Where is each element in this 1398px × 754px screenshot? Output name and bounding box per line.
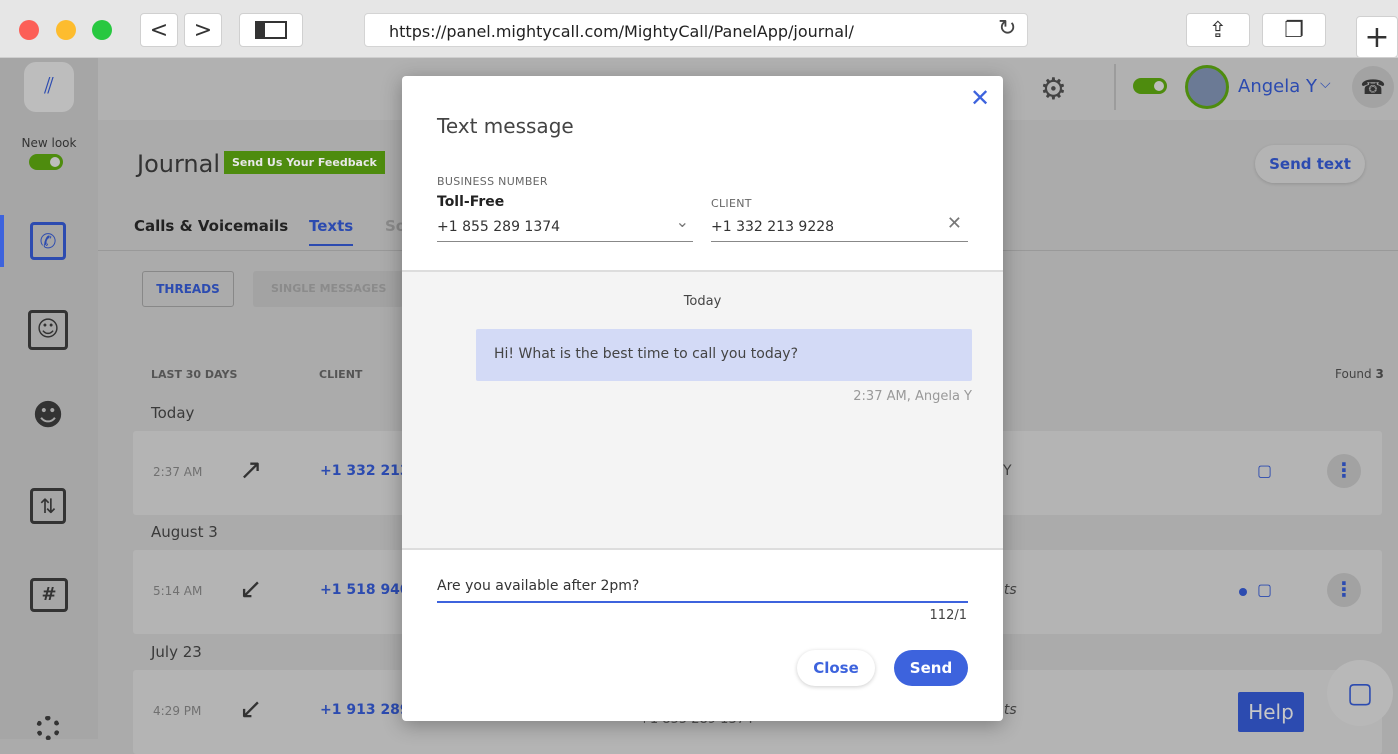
- outgoing-message-icon: ↗: [239, 453, 263, 486]
- business-number-type: Toll-Free: [437, 194, 505, 210]
- share-button[interactable]: ⇪: [1186, 13, 1250, 47]
- help-button[interactable]: Help: [1238, 692, 1304, 732]
- chat-widget-icon[interactable]: ▢: [1327, 660, 1393, 726]
- day-separator: Today: [683, 294, 722, 309]
- sidebar-icon: [255, 21, 287, 39]
- column-client: CLIENT: [319, 368, 363, 381]
- tab-texts[interactable]: Texts: [309, 217, 354, 246]
- row-agent: Y: [1003, 463, 1012, 479]
- new-look-toggle[interactable]: [29, 154, 63, 170]
- chevron-down-icon: ⌄: [675, 212, 689, 231]
- browser-toolbar: < > https://panel.mightycall.com/MightyC…: [0, 0, 1398, 58]
- routing-icon[interactable]: ⇅: [30, 488, 66, 524]
- found-label: Found: [1335, 367, 1372, 381]
- row-time: 2:37 AM: [153, 465, 203, 479]
- message-bubble: Hi! What is the best time to call you to…: [476, 329, 972, 381]
- more-options-button[interactable]: ⋮: [1327, 573, 1361, 607]
- more-options-button[interactable]: ⋮: [1327, 454, 1361, 488]
- availability-toggle[interactable]: [1133, 78, 1167, 94]
- help-lifebuoy-icon[interactable]: [36, 716, 60, 740]
- client-value: +1 332 213 9228: [711, 219, 835, 235]
- sidebar-toggle-button[interactable]: [239, 13, 303, 47]
- found-count: Found 3: [1335, 367, 1384, 381]
- chat-icon[interactable]: ▢: [1257, 461, 1272, 480]
- contacts-icon[interactable]: ☺: [28, 310, 68, 350]
- conversation-area: Today Hi! What is the best time to call …: [402, 270, 1003, 550]
- found-number: 3: [1375, 367, 1384, 381]
- address-bar[interactable]: https://panel.mightycall.com/MightyCall/…: [364, 13, 1028, 47]
- threads-button[interactable]: THREADS: [142, 271, 234, 307]
- chat-icon[interactable]: ▢: [1257, 580, 1272, 599]
- client-field[interactable]: +1 332 213 9228 ✕: [711, 213, 968, 242]
- forward-button[interactable]: >: [184, 13, 222, 47]
- client-label: CLIENT: [711, 197, 752, 210]
- logo-icon[interactable]: ⫽: [24, 62, 74, 112]
- character-counter: 112/1: [929, 608, 967, 623]
- chevron-down-icon[interactable]: ⌵: [1320, 76, 1331, 92]
- business-number-value: +1 855 289 1374: [437, 219, 561, 235]
- reload-icon[interactable]: ↻: [998, 16, 1016, 41]
- incoming-message-icon: ↙: [239, 572, 263, 605]
- avatar[interactable]: [1185, 65, 1229, 109]
- business-number-label: BUSINESS NUMBER: [437, 175, 548, 188]
- text-message-dialog: Text message ✕ BUSINESS NUMBER Toll-Free…: [402, 76, 1003, 721]
- group-date: July 23: [151, 643, 202, 661]
- tab-calls-voicemails[interactable]: Calls & Voicemails: [134, 217, 288, 235]
- share-icon: ⇪: [1208, 17, 1228, 43]
- single-messages-button[interactable]: SINGLE MESSAGES: [253, 271, 403, 307]
- divider: [1114, 64, 1116, 110]
- message-input[interactable]: Are you available after 2pm?: [437, 578, 968, 603]
- close-window-button[interactable]: [19, 20, 39, 40]
- page-title: Journal: [137, 150, 221, 178]
- clear-icon[interactable]: ✕: [947, 213, 962, 234]
- close-button[interactable]: Close: [797, 650, 875, 686]
- numbers-icon[interactable]: #: [30, 578, 68, 612]
- settings-gear-icon[interactable]: ⚙: [1040, 72, 1067, 107]
- close-icon[interactable]: ✕: [970, 84, 990, 112]
- send-button[interactable]: Send: [894, 650, 968, 686]
- row-time: 5:14 AM: [153, 584, 203, 598]
- dialpad-icon[interactable]: ☎: [1352, 66, 1394, 108]
- minimize-window-button[interactable]: [56, 20, 76, 40]
- sidebar: ⫽ New look ✆ ☺ ☻ ⇅ #: [0, 58, 98, 740]
- message-meta: 2:37 AM, Angela Y: [853, 389, 972, 404]
- active-indicator: [0, 215, 4, 267]
- journal-icon[interactable]: ✆: [30, 222, 66, 260]
- send-text-button[interactable]: Send text: [1255, 145, 1365, 183]
- user-name[interactable]: Angela Y: [1238, 76, 1317, 97]
- incoming-message-icon: ↙: [239, 692, 263, 725]
- new-look-label: New look: [21, 136, 77, 150]
- group-date: Today: [151, 404, 195, 422]
- column-period: LAST 30 DAYS: [151, 368, 238, 381]
- unread-dot: [1239, 588, 1247, 596]
- chevron-right-icon: >: [193, 17, 213, 43]
- tabs-button[interactable]: ❐: [1262, 13, 1326, 47]
- dialog-title: Text message: [437, 114, 574, 138]
- group-date: August 3: [151, 523, 218, 541]
- agent-icon[interactable]: ☻: [26, 398, 70, 438]
- row-time: 4:29 PM: [153, 704, 202, 718]
- plus-icon: +: [1364, 19, 1390, 55]
- maximize-window-button[interactable]: [92, 20, 112, 40]
- feedback-button[interactable]: Send Us Your Feedback: [224, 151, 385, 174]
- new-tab-button[interactable]: +: [1356, 16, 1398, 58]
- tabs-icon: ❐: [1284, 17, 1304, 43]
- business-number-select[interactable]: +1 855 289 1374 ⌄: [437, 212, 693, 242]
- back-button[interactable]: <: [140, 13, 178, 47]
- chevron-left-icon: <: [149, 17, 169, 43]
